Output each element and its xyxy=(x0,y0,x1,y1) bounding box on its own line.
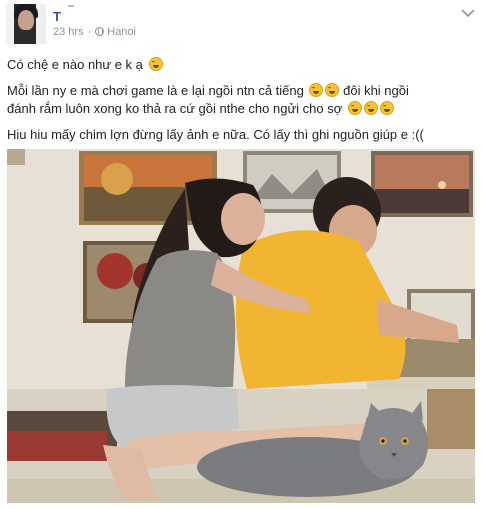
author-name[interactable]: T xyxy=(53,9,61,24)
chevron-down-icon xyxy=(461,9,475,18)
grinning-squint-emoji xyxy=(325,83,340,97)
globe-icon xyxy=(95,27,105,36)
message-line-2: Mỗi lần ny e mà chơi game là e lại ngồi … xyxy=(7,83,304,98)
facebook-post: T 23 hrs · Hanoi Có chệ e nào như e k ạ Mỗ… xyxy=(0,0,483,509)
message-line-2b: đôi khi ngồi xyxy=(343,83,409,98)
grinning-squint-emoji xyxy=(148,57,163,71)
post-meta: 23 hrs · Hanoi xyxy=(53,26,136,38)
author-avatar[interactable] xyxy=(6,4,46,44)
post-options-button[interactable] xyxy=(461,8,475,18)
message-line-3: đánh rắm luôn xong ko thả ra cứ gồi nthe… xyxy=(7,101,343,116)
post-message: Có chệ e nào như e k ạ Mỗi lần ny e mà c… xyxy=(7,56,473,152)
post-photo[interactable] xyxy=(7,149,475,503)
photo-illustration xyxy=(7,149,475,503)
grinning-squint-emoji xyxy=(309,83,324,97)
post-header: T 23 hrs · Hanoi xyxy=(6,4,477,48)
meta-separator: · xyxy=(87,26,92,38)
location-link[interactable]: Hanoi xyxy=(107,26,136,38)
grinning-squint-emoji xyxy=(363,101,378,115)
message-line-4: Hiu hiu mấy chim lợn đừng lấy ảnh e nữa.… xyxy=(7,127,424,142)
timestamp-link[interactable]: 23 hrs xyxy=(53,26,84,38)
author-name-redacted xyxy=(68,5,74,7)
grinning-squint-emoji xyxy=(379,101,394,115)
message-line-1: Có chệ e nào như e k ạ xyxy=(7,57,143,72)
grinning-squint-emoji xyxy=(347,101,362,115)
